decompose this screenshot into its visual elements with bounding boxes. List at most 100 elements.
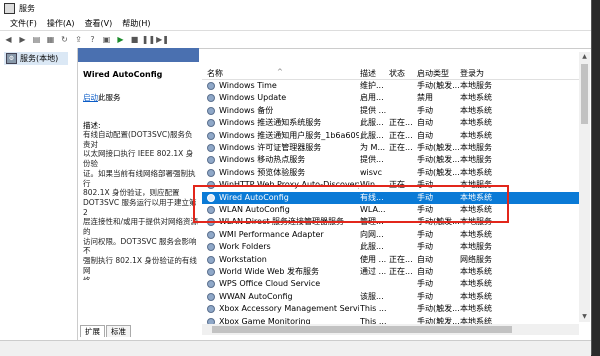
view-icon[interactable]: ▣	[101, 34, 112, 45]
scroll-thumb[interactable]	[581, 64, 588, 124]
service-description: 提供 ...	[360, 105, 387, 115]
service-gear-icon	[207, 292, 215, 301]
service-row[interactable]: Workstation 使用 ... 正在... 自动 网络服务	[202, 254, 579, 266]
service-name: Windows 推送通知系统服务	[219, 118, 322, 128]
service-row[interactable]: Xbox Accessory Management Service This ..…	[202, 303, 579, 315]
service-row[interactable]: Windows 预览体验服务 wisvc 手动(触发... 本地系统	[202, 167, 579, 179]
service-row[interactable]: Windows 推送通知用户服务_1b6a609a6 此服... 正在... 自动 本地…	[202, 130, 579, 142]
service-log-on-as: 本地服务	[460, 81, 492, 90]
service-startup-type: 手动	[417, 279, 433, 289]
service-row[interactable]: Windows 移动热点服务 提供... 手动(触发... 本地服务	[202, 154, 579, 166]
service-startup-type: 手动	[417, 229, 433, 239]
service-startup-type: 手动	[417, 242, 433, 252]
service-log-on-as: 本地系统	[460, 279, 492, 289]
tree-node-label: 服务(本地)	[20, 54, 59, 63]
service-description: This ...	[360, 316, 387, 324]
service-row[interactable]: Windows Time 维护... 手动(触发... 本地服务	[202, 80, 579, 92]
extended-detail-pane: Wired AutoConfig 启动此服务 描述: 有线自动配置(DOT3SV…	[78, 48, 199, 324]
service-row[interactable]: Windows 备份 提供 ... 手动 本地系统	[202, 105, 579, 117]
column-log-on-as[interactable]: 登录为	[460, 68, 484, 79]
console-tree-icon[interactable]: ▤	[31, 34, 42, 45]
tab-standard[interactable]: 标准	[106, 325, 131, 337]
service-gear-icon	[207, 144, 215, 152]
service-gear-icon	[207, 119, 215, 128]
description-line: 有线自动配置(DOT3SVC)服务负责对	[83, 130, 193, 149]
menu-file[interactable]: 文件(F)	[10, 18, 37, 29]
sort-ascending-icon: ^	[277, 68, 283, 76]
horizontal-scrollbar[interactable]	[202, 324, 579, 335]
service-log-on-as: 本地系统	[460, 316, 492, 324]
stop-icon[interactable]: ■	[129, 34, 140, 45]
service-startup-type: 禁用	[417, 93, 433, 103]
description-line: DOT3SVC 服务运行以用于建立第 2	[83, 197, 197, 217]
service-log-on-as: 本地系统	[460, 130, 492, 140]
service-log-on-as: 本地系统	[460, 167, 492, 177]
service-row[interactable]: WMI Performance Adapter 向网... 手动 本地系统	[202, 229, 579, 241]
service-name: Windows 许可证管理器服务	[219, 143, 322, 152]
status-bar	[0, 340, 591, 356]
pause-icon[interactable]: ❚❚	[142, 34, 155, 45]
service-gear-icon	[207, 305, 215, 314]
service-row[interactable]: Xbox Game Monitoring This ... 手动(触发... 本地系统	[202, 316, 579, 324]
scroll-down-icon[interactable]: ▼	[579, 312, 590, 322]
service-startup-type: 手动	[417, 105, 433, 115]
properties-icon[interactable]: ▦	[45, 34, 56, 45]
description-line: 层连接性和/或用于提供对网络资源的	[83, 217, 199, 237]
service-startup-type: 自动	[417, 254, 433, 264]
hscroll-thumb[interactable]	[212, 326, 512, 333]
service-startup-type: 手动(触发...	[417, 316, 459, 324]
service-status: 正在...	[389, 267, 413, 276]
service-log-on-as: 本地系统	[460, 267, 492, 276]
refresh-icon[interactable]: ↻	[59, 34, 70, 45]
service-name: World Wide Web 发布服务	[219, 267, 319, 276]
service-row[interactable]: Windows Update 启用... 禁用 本地系统	[202, 92, 579, 104]
service-row[interactable]: Windows 推送通知系统服务 此服... 正在... 自动 本地系统	[202, 117, 579, 129]
tab-extended[interactable]: 扩展	[80, 325, 105, 337]
service-description: 此服...	[360, 242, 384, 252]
service-description: 使用 ...	[360, 254, 387, 264]
service-name: Work Folders	[219, 242, 271, 252]
menu-help[interactable]: 帮助(H)	[122, 18, 150, 29]
service-row[interactable]: WPS Office Cloud Service 手动 本地系统	[202, 278, 579, 290]
toolbar: ◀ ▶ ▤ ▦ ↻ ⇪ ? ▣ ▶ ■ ❚❚ ▶❚	[0, 30, 591, 49]
menu-action[interactable]: 操作(A)	[47, 18, 75, 29]
play-icon[interactable]: ▶	[115, 34, 126, 45]
back-icon[interactable]: ◀	[3, 34, 14, 45]
column-status[interactable]: 状态	[389, 68, 405, 79]
service-description: 启用...	[360, 93, 384, 103]
service-gear-icon	[207, 268, 215, 276]
service-row[interactable]: Windows 许可证管理器服务 为 M... 正在... 手动(触发... 本地服务	[202, 142, 579, 154]
restart-icon[interactable]: ▶❚	[156, 34, 169, 45]
menu-view[interactable]: 查看(V)	[85, 18, 113, 29]
service-gear-icon	[207, 230, 215, 239]
column-name[interactable]: 名称	[207, 68, 223, 79]
detail-header-bar	[78, 48, 199, 62]
export-icon[interactable]: ⇪	[73, 34, 84, 45]
service-status: 正在...	[389, 118, 413, 128]
description-line: 802.1X 身份验证，则应配置	[83, 188, 180, 198]
service-status: 正在...	[389, 254, 413, 264]
vertical-scrollbar[interactable]: ▲ ▼	[579, 52, 590, 322]
start-service-link[interactable]: 启动	[83, 93, 98, 102]
service-row[interactable]: Work Folders 此服... 手动 本地服务	[202, 241, 579, 253]
service-row[interactable]: WWAN AutoConfig 该服... 手动 本地系统	[202, 291, 579, 303]
service-log-on-as: 本地系统	[460, 229, 492, 239]
start-service-line: 启动此服务	[83, 92, 121, 103]
service-startup-type: 自动	[417, 118, 433, 128]
column-headers: ^ 名称 描述 状态 启动类型 登录为	[202, 66, 579, 80]
detail-service-name: Wired AutoConfig	[83, 70, 163, 79]
tree-node-services-local[interactable]: ⚙ 服务(本地)	[4, 52, 68, 65]
view-tabs: 扩展 标准	[80, 325, 132, 337]
service-description: 为 M...	[360, 143, 386, 152]
service-name: Windows 推送通知用户服务_1b6a609a6	[219, 130, 359, 140]
help-icon[interactable]: ?	[87, 34, 98, 45]
service-description: This ...	[360, 304, 387, 314]
service-description: 向网...	[360, 229, 384, 239]
scroll-up-icon[interactable]: ▲	[579, 52, 590, 62]
service-row[interactable]: World Wide Web 发布服务 通过 ... 正在... 自动 本地系统	[202, 266, 579, 278]
column-description[interactable]: 描述	[360, 68, 376, 79]
column-startup-type[interactable]: 启动类型	[417, 68, 449, 79]
window-title: 服务	[19, 3, 35, 13]
forward-icon[interactable]: ▶	[17, 34, 28, 45]
service-log-on-as: 本地系统	[460, 105, 492, 115]
